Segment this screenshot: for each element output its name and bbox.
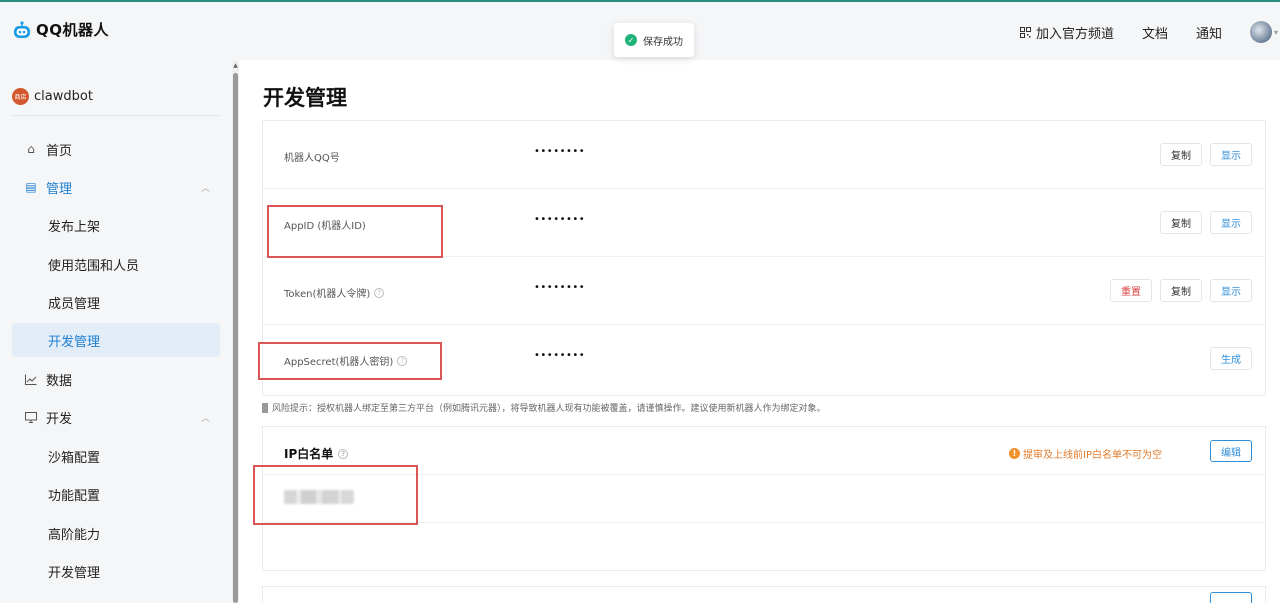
sidebar-item-publish[interactable]: 发布上架 [12, 208, 220, 242]
bot-name: clawdbot [34, 89, 93, 104]
credential-label: 机器人QQ号 [284, 153, 340, 164]
show-button[interactable]: 显示 [1210, 279, 1252, 302]
sidebar-item-home[interactable]: ⌂ 首页 [12, 132, 220, 166]
copy-button[interactable]: 复制 [1160, 279, 1202, 302]
sidebar-item-label: 首页 [46, 143, 73, 159]
docs-link[interactable]: 文档 [1142, 23, 1168, 42]
sidebar-item-develop[interactable]: 开发 ︿ [12, 400, 220, 434]
sidebar-item-members[interactable]: 成员管理 [12, 285, 220, 319]
sidebar-item-label: 管理 [46, 181, 73, 197]
show-button[interactable]: 显示 [1210, 211, 1252, 234]
sidebar-item-devmanage-2[interactable]: 开发管理 [12, 554, 220, 588]
chart-line-icon [24, 372, 38, 386]
bot-avatar: 商店 [12, 88, 29, 105]
sidebar-item-label: 数据 [46, 373, 73, 389]
document-icon: ▤ [25, 180, 37, 194]
blurred-ip-value [284, 490, 354, 504]
credential-label: Token(机器人令牌)? [284, 285, 385, 300]
next-card [262, 586, 1266, 603]
sidebar-item-manage[interactable]: ▤ 管理 ︿ [12, 170, 220, 204]
sidebar-scrollbar[interactable]: ▲ [232, 60, 239, 603]
copy-button[interactable]: 复制 [1160, 211, 1202, 234]
credential-row-qq: 机器人QQ号 •••••••• 复制 显示 [263, 121, 1265, 189]
bot-selector[interactable]: 商店 clawdbot [12, 88, 93, 105]
credential-label: AppID (机器人ID) [284, 221, 366, 232]
generate-button[interactable]: 生成 [1210, 347, 1252, 370]
robot-logo-icon [14, 20, 30, 38]
check-circle-icon: ✓ [625, 34, 637, 46]
credential-value: •••••••• [534, 282, 586, 293]
sidebar-item-devmanage[interactable]: 开发管理 [12, 323, 220, 357]
sidebar-divider [12, 115, 220, 116]
join-channel-link[interactable]: 加入官方频道 [1019, 23, 1114, 42]
show-button[interactable]: 显示 [1210, 143, 1252, 166]
chevron-up-icon: ︿ [200, 414, 210, 424]
success-toast: ✓ 保存成功 [614, 23, 694, 57]
sidebar-item-sandbox[interactable]: 沙箱配置 [12, 439, 220, 473]
main-content: 开发管理 机器人QQ号 •••••••• 复制 显示 AppID (机器人ID)… [239, 60, 1280, 603]
credentials-card: 机器人QQ号 •••••••• 复制 显示 AppID (机器人ID) ••••… [262, 120, 1266, 396]
sidebar-item-data[interactable]: 数据 [12, 362, 220, 396]
warning-icon: ! [1009, 448, 1020, 459]
ip-whitelist-card: IP白名单 ? ! 提审及上线前IP白名单不可为空 编辑 [262, 426, 1266, 571]
user-avatar[interactable] [1249, 21, 1272, 43]
divider [263, 474, 1265, 475]
scroll-up-icon[interactable]: ▲ [232, 62, 239, 69]
page-title: 开发管理 [263, 86, 347, 110]
help-icon[interactable]: ? [397, 355, 408, 366]
caret-down-icon[interactable]: ▾ [1274, 28, 1278, 37]
edit-button[interactable]: 编辑 [1210, 440, 1252, 462]
sidebar-item-advanced[interactable]: 高阶能力 [12, 516, 220, 550]
risk-notice-text: 风险提示：授权机器人绑定至第三方平台（例如腾讯元器），将导致机器人现有功能被覆盖… [272, 404, 826, 414]
sidebar-item-scope[interactable]: 使用范围和人员 [12, 247, 220, 281]
notice-bar-icon [262, 402, 268, 413]
home-icon: ⌂ [27, 142, 35, 156]
qrcode-icon [1019, 26, 1031, 38]
scroll-thumb[interactable] [233, 73, 238, 603]
credential-label: AppSecret(机器人密钥)? [284, 353, 408, 368]
sidebar: 商店 clawdbot ⌂ 首页 ▤ 管理 ︿ 发布上架 使用范围和人员 成员管… [0, 60, 232, 603]
risk-notice: 风险提示：授权机器人绑定至第三方平台（例如腾讯元器），将导致机器人现有功能被覆盖… [262, 401, 826, 414]
monitor-icon [24, 410, 38, 424]
credential-value: •••••••• [534, 214, 586, 225]
divider [263, 522, 1265, 523]
sidebar-item-features[interactable]: 功能配置 [12, 477, 220, 511]
ip-whitelist-warning: ! 提审及上线前IP白名单不可为空 [1009, 446, 1162, 461]
toast-text: 保存成功 [643, 36, 683, 48]
sidebar-item-label: 开发 [46, 411, 73, 427]
credential-value: •••••••• [534, 146, 586, 157]
credential-row-token: Token(机器人令牌)? •••••••• 重置 复制 显示 [263, 257, 1265, 325]
help-icon[interactable]: ? [338, 448, 349, 459]
copy-button[interactable]: 复制 [1160, 143, 1202, 166]
top-nav: 加入官方频道 文档 通知 ▾ [992, 20, 1280, 44]
credential-row-appid: AppID (机器人ID) •••••••• 复制 显示 [263, 189, 1265, 257]
brand-name: QQ机器人 [36, 21, 110, 39]
help-icon[interactable]: ? [374, 287, 385, 298]
chevron-up-icon: ︿ [200, 184, 210, 194]
ip-whitelist-title: IP白名单 ? [284, 445, 349, 462]
reset-button[interactable]: 重置 [1110, 279, 1152, 302]
card-action-button[interactable] [1210, 592, 1252, 603]
brand-logo[interactable]: QQ机器人 [12, 19, 109, 40]
credential-value: •••••••• [534, 350, 586, 361]
notify-link[interactable]: 通知 [1196, 23, 1222, 42]
credential-row-appsecret: AppSecret(机器人密钥)? •••••••• 生成 [263, 325, 1265, 393]
join-channel-label: 加入官方频道 [1035, 26, 1114, 42]
